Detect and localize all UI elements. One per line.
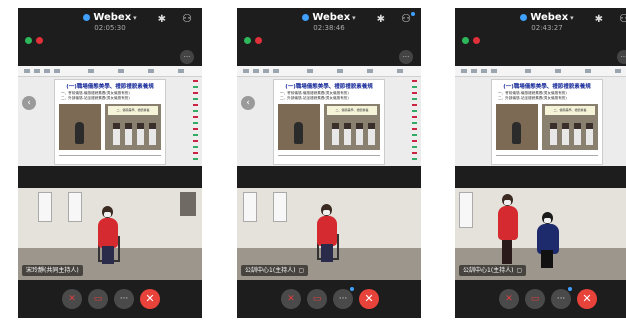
chevron-down-icon: ▾ [570,14,574,22]
participants-icon[interactable]: ⚇ [401,12,411,25]
recording-icon [36,37,43,44]
participant-video[interactable]: 公訓中心1(主持人) ▢ [455,188,626,280]
end-call-button[interactable]: ✕ [359,289,379,309]
ppt-ribbon [18,66,202,77]
phone-screen-3: Webex▾ 02:43:27 ✱ ⚇ ··· (一)職場儀態美學、禮節禮貌素養… [455,8,626,318]
slide-title: (一)職場儀態美學、禮節禮貌素養規 [285,84,373,90]
participants-icon[interactable]: ⚇ [182,12,192,25]
more-options-badge [350,287,354,291]
slide-photo-right: 二、儀態美學、禮節素養 [324,104,380,150]
slide-photo-left [496,104,538,150]
video-toggle-button[interactable]: ▭ [307,289,327,309]
slide-photo-caption: 二、儀態美學、禮節素養 [108,106,158,115]
phone-screen-2: Webex ▾ 02:38:46 ✱ ⚇ ··· ‹ (一)職場儀態美學、禮節禮貌… [237,8,421,318]
slide-photo-left [278,104,320,150]
phone-screen-1: Webex ▾ 02:05:30 ✱ ⚇ ··· ‹ (一)職場儀態美學、禮節禮貌… [18,8,202,318]
participant-name-tag: 公訓中心1(主持人) ▢ [241,265,309,276]
notification-dot [411,12,415,16]
slide: (一)職場儀態美學、禮節禮貌素養規 一、會前儀態-儀態禮貌素養(男女儀態有別) … [54,79,166,165]
shared-content: (一)職場儀態美學、禮節禮貌素養規 一、會前儀態-儀態禮貌素養(男女儀態有別) … [455,66,626,166]
mute-button[interactable]: ✕ [62,289,82,309]
ppt-side-toolbar [412,80,417,160]
video-toggle-button[interactable]: ▭ [88,289,108,309]
mic-icon: ▢ [516,267,523,274]
status-green-icon [462,37,469,44]
slide: (一)職場儀態美學、禮節禮貌素養規 一、會前儀態-儀態禮貌素養(男女儀態有別) … [273,79,385,165]
meeting-timer: 02:43:27 [531,24,563,32]
more-options-button[interactable]: ··· [551,289,571,309]
shared-content: ‹ (一)職場儀態美學、禮節禮貌素養規 一、會前儀態-儀態禮貌素養(男女儀態有別… [18,66,202,166]
mic-icon: ▢ [298,267,305,274]
status-green-icon [25,37,32,44]
mute-button[interactable]: ✕ [499,289,519,309]
slide-photo-caption: 二、儀態美學、禮節素養 [327,106,377,115]
call-controls: ✕ ▭ ··· ✕ [18,280,202,318]
more-options-button[interactable]: ··· [333,289,353,309]
bluetooth-icon[interactable]: ✱ [595,14,603,25]
mute-button[interactable]: ✕ [281,289,301,309]
recording-icon [473,37,480,44]
participant-video[interactable]: 宋玲靜(共同主持人) [18,188,202,280]
back-icon[interactable]: ‹ [22,96,36,110]
chat-icon[interactable]: ··· [617,50,626,64]
chat-icon[interactable]: ··· [180,50,194,64]
slide-photo-right: 二、儀態美學、禮節素養 [542,104,598,150]
slide: (一)職場儀態美學、禮節禮貌素養規 一、會前儀態-儀態禮貌素養(男女儀態有別) … [491,79,603,165]
app-title[interactable]: Webex ▾ [18,12,202,23]
meeting-timer: 02:05:30 [94,24,126,32]
slide-photo-caption: 二、儀態美學、禮節素養 [545,106,595,115]
app-title[interactable]: Webex ▾ [237,12,421,23]
bluetooth-icon[interactable]: ✱ [377,14,385,25]
video-toggle-button[interactable]: ▭ [525,289,545,309]
status-bar: Webex ▾ 02:43:27 ✱ ⚇ [455,8,626,52]
participant-name-tag: 公訓中心1(主持人) ▢ [459,265,527,276]
more-options-badge [568,287,572,291]
end-call-button[interactable]: ✕ [140,289,160,309]
recording-icon [255,37,262,44]
chevron-down-icon: ▾ [352,14,356,22]
slide-title: (一)職場儀態美學、禮節禮貌素養規 [66,84,154,90]
webex-logo-icon [520,13,528,21]
ppt-ribbon [237,66,421,77]
slide-line-2: 二、外部儀態-站坐禮貌素養(男女儀態有別) [61,96,130,100]
status-bar: Webex ▾ 02:05:30 ✱ ⚇ [18,8,202,52]
call-controls: ✕ ▭ ··· ✕ [455,280,626,318]
chevron-down-icon: ▾ [133,14,137,22]
status-bar: Webex ▾ 02:38:46 ✱ ⚇ [237,8,421,52]
end-call-button[interactable]: ✕ [577,289,597,309]
chat-icon[interactable]: ··· [399,50,413,64]
back-icon[interactable]: ‹ [241,96,255,110]
slide-photo-right: 二、儀態美學、禮節素養 [105,104,161,150]
more-options-button[interactable]: ··· [114,289,134,309]
participant-name-tag: 宋玲靜(共同主持人) [22,265,83,276]
webex-logo-icon [302,13,310,21]
shared-content: ‹ (一)職場儀態美學、禮節禮貌素養規 一、會前儀態-儀態禮貌素養(男女儀態有別… [237,66,421,166]
status-green-icon [244,37,251,44]
webex-logo-icon [83,13,91,21]
slide-title: (一)職場儀態美學、禮節禮貌素養規 [503,84,591,90]
ppt-ribbon [455,66,626,77]
slide-line-2: 二、外部儀態-站坐禮貌素養(男女儀態有別) [280,96,349,100]
meeting-timer: 02:38:46 [313,24,345,32]
participants-icon[interactable]: ⚇ [619,12,626,25]
slide-line-2: 二、外部儀態-站坐禮貌素養(男女儀態有別) [498,96,567,100]
participant-video[interactable]: 公訓中心1(主持人) ▢ [237,188,421,280]
slide-photo-left [59,104,101,150]
call-controls: ✕ ▭ ··· ✕ [237,280,421,318]
ppt-side-toolbar [193,80,198,160]
bluetooth-icon[interactable]: ✱ [158,14,166,25]
